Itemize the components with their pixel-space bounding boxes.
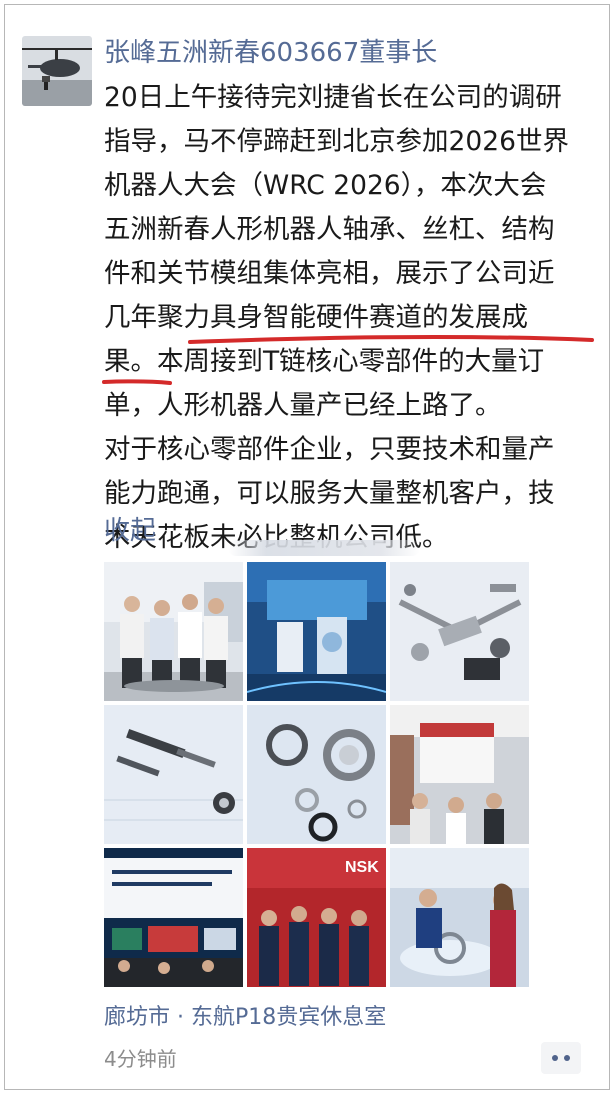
more-options-button[interactable] <box>541 1042 581 1074</box>
post-line: 指导，马不停蹄赶到北京参加2026世界 <box>104 126 569 157</box>
photo-tile[interactable] <box>104 848 243 987</box>
post-line: 五洲新春人形机器人轴承、丝杠、结构 <box>104 214 555 245</box>
post-line: 件和关节模组集体亮相，展示了公司近 <box>104 258 555 289</box>
helicopter-avatar-icon <box>22 36 92 106</box>
photo-tile[interactable] <box>104 562 243 701</box>
photo-tile[interactable] <box>390 848 529 987</box>
post-line: 能力跑通，可以服务大量整机客户，技 <box>104 478 555 509</box>
collapse-link[interactable]: 收起 <box>104 511 156 551</box>
author-avatar[interactable] <box>22 36 92 106</box>
more-dots-icon <box>552 1055 570 1061</box>
photo-tile[interactable] <box>390 705 529 844</box>
post-line: 果。本周接到T链核心零部件的大量订 <box>104 346 545 377</box>
post-line: 机器人大会（WRC 2026），本次大会 <box>104 170 547 201</box>
post-text: 20日上午接待完刘捷省长在公司的调研 指导，马不停蹄赶到北京参加2026世界 机… <box>104 76 594 560</box>
photo-tile[interactable] <box>390 562 529 701</box>
photo-grid: NSK <box>104 562 529 987</box>
post-line: 单，人形机器人量产已经上路了。 <box>104 390 502 421</box>
photo-tile[interactable]: NSK <box>247 848 386 987</box>
location-link[interactable]: 廊坊市 · 东航P18贵宾休息室 <box>104 1001 386 1035</box>
photo-tile[interactable] <box>104 705 243 844</box>
author-name[interactable]: 张峰五洲新春603667董事长 <box>104 33 437 73</box>
photo-sign-text: NSK <box>345 859 379 876</box>
blurred-watermark <box>228 540 420 556</box>
post-line: 几年聚力具身智能硬件赛道的发展成 <box>104 302 528 333</box>
photo-tile[interactable] <box>247 562 386 701</box>
post-line: 20日上午接待完刘捷省长在公司的调研 <box>104 82 562 113</box>
photo-tile[interactable] <box>247 705 386 844</box>
post-line: 对于核心零部件企业，只要技术和量产 <box>104 434 555 465</box>
post-timestamp: 4分钟前 <box>104 1047 177 1071</box>
